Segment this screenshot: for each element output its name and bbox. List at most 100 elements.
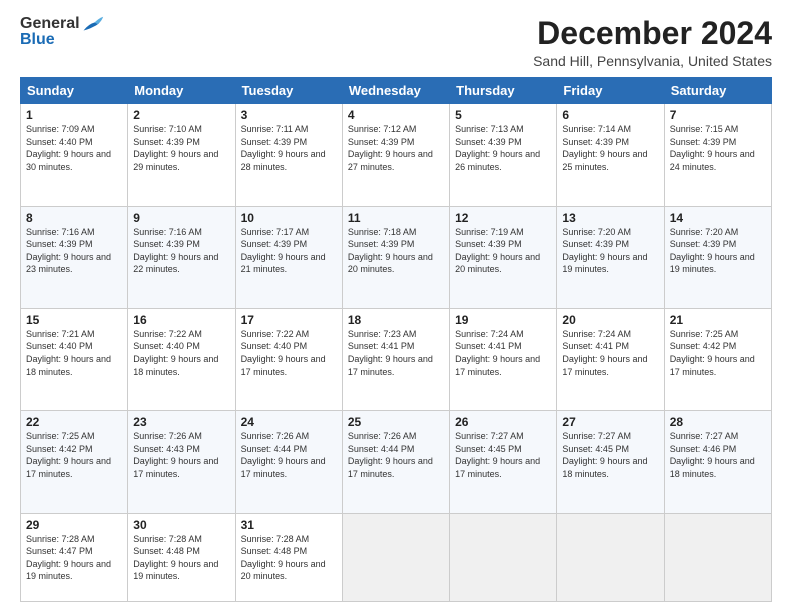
day-number: 10 <box>241 211 337 225</box>
day-number: 16 <box>133 313 229 327</box>
day-info: Sunrise: 7:27 AMSunset: 4:45 PMDaylight:… <box>562 430 658 480</box>
day-info: Sunrise: 7:26 AMSunset: 4:44 PMDaylight:… <box>241 430 337 480</box>
day-info: Sunrise: 7:14 AMSunset: 4:39 PMDaylight:… <box>562 123 658 173</box>
day-number: 26 <box>455 415 551 429</box>
location: Sand Hill, Pennsylvania, United States <box>533 53 772 69</box>
day-info: Sunrise: 7:27 AMSunset: 4:45 PMDaylight:… <box>455 430 551 480</box>
calendar-cell: 8 Sunrise: 7:16 AMSunset: 4:39 PMDayligh… <box>21 206 128 308</box>
logo: General Blue <box>20 16 104 48</box>
day-number: 2 <box>133 108 229 122</box>
calendar-cell: 30 Sunrise: 7:28 AMSunset: 4:48 PMDaylig… <box>128 513 235 602</box>
day-number: 7 <box>670 108 766 122</box>
calendar-cell: 10 Sunrise: 7:17 AMSunset: 4:39 PMDaylig… <box>235 206 342 308</box>
day-number: 20 <box>562 313 658 327</box>
day-number: 14 <box>670 211 766 225</box>
calendar-week-1: 1 Sunrise: 7:09 AMSunset: 4:40 PMDayligh… <box>21 104 772 206</box>
calendar-cell: 20 Sunrise: 7:24 AMSunset: 4:41 PMDaylig… <box>557 308 664 410</box>
day-info: Sunrise: 7:17 AMSunset: 4:39 PMDaylight:… <box>241 226 337 276</box>
day-info: Sunrise: 7:25 AMSunset: 4:42 PMDaylight:… <box>670 328 766 378</box>
calendar-cell: 12 Sunrise: 7:19 AMSunset: 4:39 PMDaylig… <box>450 206 557 308</box>
day-info: Sunrise: 7:20 AMSunset: 4:39 PMDaylight:… <box>670 226 766 276</box>
calendar-cell: 31 Sunrise: 7:28 AMSunset: 4:48 PMDaylig… <box>235 513 342 602</box>
day-number: 6 <box>562 108 658 122</box>
day-number: 17 <box>241 313 337 327</box>
calendar-cell: 6 Sunrise: 7:14 AMSunset: 4:39 PMDayligh… <box>557 104 664 206</box>
calendar-header-wednesday: Wednesday <box>342 78 449 104</box>
calendar-cell: 4 Sunrise: 7:12 AMSunset: 4:39 PMDayligh… <box>342 104 449 206</box>
day-number: 1 <box>26 108 122 122</box>
header: General Blue December 2024 Sand Hill, Pe… <box>20 16 772 69</box>
day-number: 5 <box>455 108 551 122</box>
calendar-cell: 22 Sunrise: 7:25 AMSunset: 4:42 PMDaylig… <box>21 411 128 513</box>
calendar-header-thursday: Thursday <box>450 78 557 104</box>
calendar-header-tuesday: Tuesday <box>235 78 342 104</box>
calendar-cell: 14 Sunrise: 7:20 AMSunset: 4:39 PMDaylig… <box>664 206 771 308</box>
calendar-cell <box>450 513 557 602</box>
day-number: 24 <box>241 415 337 429</box>
day-info: Sunrise: 7:16 AMSunset: 4:39 PMDaylight:… <box>26 226 122 276</box>
day-number: 19 <box>455 313 551 327</box>
day-info: Sunrise: 7:16 AMSunset: 4:39 PMDaylight:… <box>133 226 229 276</box>
day-number: 12 <box>455 211 551 225</box>
calendar-cell: 27 Sunrise: 7:27 AMSunset: 4:45 PMDaylig… <box>557 411 664 513</box>
calendar-week-2: 8 Sunrise: 7:16 AMSunset: 4:39 PMDayligh… <box>21 206 772 308</box>
day-number: 4 <box>348 108 444 122</box>
day-info: Sunrise: 7:24 AMSunset: 4:41 PMDaylight:… <box>455 328 551 378</box>
calendar-cell <box>557 513 664 602</box>
day-info: Sunrise: 7:28 AMSunset: 4:47 PMDaylight:… <box>26 533 122 583</box>
calendar-cell: 24 Sunrise: 7:26 AMSunset: 4:44 PMDaylig… <box>235 411 342 513</box>
calendar-cell: 9 Sunrise: 7:16 AMSunset: 4:39 PMDayligh… <box>128 206 235 308</box>
calendar-week-4: 22 Sunrise: 7:25 AMSunset: 4:42 PMDaylig… <box>21 411 772 513</box>
day-info: Sunrise: 7:24 AMSunset: 4:41 PMDaylight:… <box>562 328 658 378</box>
day-info: Sunrise: 7:28 AMSunset: 4:48 PMDaylight:… <box>133 533 229 583</box>
calendar-cell: 25 Sunrise: 7:26 AMSunset: 4:44 PMDaylig… <box>342 411 449 513</box>
day-info: Sunrise: 7:26 AMSunset: 4:44 PMDaylight:… <box>348 430 444 480</box>
calendar-cell: 17 Sunrise: 7:22 AMSunset: 4:40 PMDaylig… <box>235 308 342 410</box>
day-number: 25 <box>348 415 444 429</box>
calendar-header-monday: Monday <box>128 78 235 104</box>
day-info: Sunrise: 7:13 AMSunset: 4:39 PMDaylight:… <box>455 123 551 173</box>
day-number: 13 <box>562 211 658 225</box>
day-info: Sunrise: 7:09 AMSunset: 4:40 PMDaylight:… <box>26 123 122 173</box>
calendar-cell: 1 Sunrise: 7:09 AMSunset: 4:40 PMDayligh… <box>21 104 128 206</box>
calendar-cell: 21 Sunrise: 7:25 AMSunset: 4:42 PMDaylig… <box>664 308 771 410</box>
day-number: 21 <box>670 313 766 327</box>
day-info: Sunrise: 7:18 AMSunset: 4:39 PMDaylight:… <box>348 226 444 276</box>
calendar-header-saturday: Saturday <box>664 78 771 104</box>
day-number: 3 <box>241 108 337 122</box>
day-number: 30 <box>133 518 229 532</box>
calendar-header-row: SundayMondayTuesdayWednesdayThursdayFrid… <box>21 78 772 104</box>
day-info: Sunrise: 7:21 AMSunset: 4:40 PMDaylight:… <box>26 328 122 378</box>
calendar-week-3: 15 Sunrise: 7:21 AMSunset: 4:40 PMDaylig… <box>21 308 772 410</box>
day-info: Sunrise: 7:23 AMSunset: 4:41 PMDaylight:… <box>348 328 444 378</box>
calendar-header-friday: Friday <box>557 78 664 104</box>
day-info: Sunrise: 7:19 AMSunset: 4:39 PMDaylight:… <box>455 226 551 276</box>
day-number: 31 <box>241 518 337 532</box>
calendar-cell: 26 Sunrise: 7:27 AMSunset: 4:45 PMDaylig… <box>450 411 557 513</box>
day-number: 18 <box>348 313 444 327</box>
calendar-cell: 3 Sunrise: 7:11 AMSunset: 4:39 PMDayligh… <box>235 104 342 206</box>
day-info: Sunrise: 7:25 AMSunset: 4:42 PMDaylight:… <box>26 430 122 480</box>
day-number: 29 <box>26 518 122 532</box>
day-number: 27 <box>562 415 658 429</box>
day-info: Sunrise: 7:27 AMSunset: 4:46 PMDaylight:… <box>670 430 766 480</box>
day-number: 9 <box>133 211 229 225</box>
calendar-cell <box>342 513 449 602</box>
calendar-cell: 29 Sunrise: 7:28 AMSunset: 4:47 PMDaylig… <box>21 513 128 602</box>
month-title: December 2024 <box>533 16 772 51</box>
day-info: Sunrise: 7:15 AMSunset: 4:39 PMDaylight:… <box>670 123 766 173</box>
day-number: 8 <box>26 211 122 225</box>
day-info: Sunrise: 7:11 AMSunset: 4:39 PMDaylight:… <box>241 123 337 173</box>
calendar-cell <box>664 513 771 602</box>
calendar-cell: 23 Sunrise: 7:26 AMSunset: 4:43 PMDaylig… <box>128 411 235 513</box>
day-info: Sunrise: 7:22 AMSunset: 4:40 PMDaylight:… <box>241 328 337 378</box>
calendar-header-sunday: Sunday <box>21 78 128 104</box>
day-info: Sunrise: 7:28 AMSunset: 4:48 PMDaylight:… <box>241 533 337 583</box>
day-number: 15 <box>26 313 122 327</box>
day-number: 22 <box>26 415 122 429</box>
calendar-cell: 5 Sunrise: 7:13 AMSunset: 4:39 PMDayligh… <box>450 104 557 206</box>
day-info: Sunrise: 7:22 AMSunset: 4:40 PMDaylight:… <box>133 328 229 378</box>
calendar-cell: 11 Sunrise: 7:18 AMSunset: 4:39 PMDaylig… <box>342 206 449 308</box>
day-number: 11 <box>348 211 444 225</box>
calendar-week-5: 29 Sunrise: 7:28 AMSunset: 4:47 PMDaylig… <box>21 513 772 602</box>
